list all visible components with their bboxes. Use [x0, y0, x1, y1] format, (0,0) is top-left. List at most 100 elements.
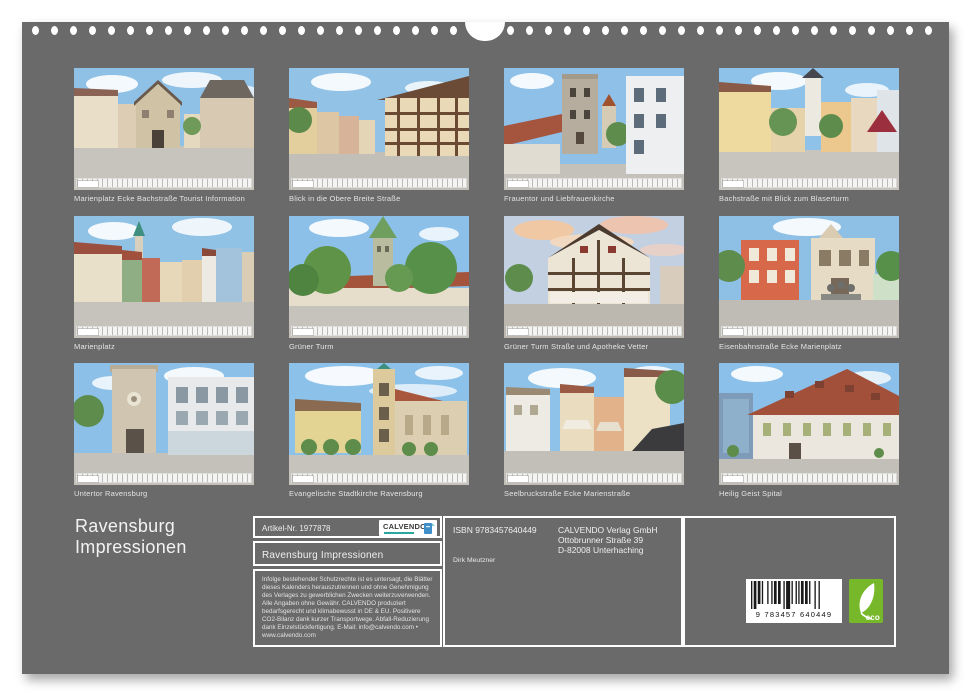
mini-calendar-strip — [76, 326, 252, 336]
photo-thumbnail — [504, 216, 684, 338]
month-label-tag — [508, 329, 528, 335]
photo-caption: Blick in die Obere Breite Straße — [289, 194, 469, 203]
legal-text: Infolge bestehender Schutzrechte ist es … — [255, 571, 440, 645]
binding-hole — [868, 26, 875, 35]
binding-hole — [735, 26, 742, 35]
ean-barcode: 9 783457 640449 — [746, 579, 842, 623]
binding-hole — [545, 26, 552, 35]
photo-thumbnail — [289, 68, 469, 190]
photo-caption: Grüner Turm Straße und Apotheke Vetter — [504, 342, 684, 351]
binding-hole — [450, 26, 457, 35]
publisher-address: CALVENDO Verlag GmbH Ottobrunner Straße … — [558, 525, 658, 555]
calvendo-logo-tagline — [384, 532, 414, 534]
photo-caption: Evangelische Stadtkirche Ravensburg — [289, 489, 469, 498]
binding-hole — [298, 26, 305, 35]
photo-thumbnail — [74, 216, 254, 338]
binding-hole — [317, 26, 324, 35]
binding-hole — [697, 26, 704, 35]
binding-hole — [279, 26, 286, 35]
hanger-notch — [465, 22, 505, 41]
binding-hole — [906, 26, 913, 35]
binding-hole — [412, 26, 419, 35]
photo-cell: Blick in die Obere Breite Straße — [289, 68, 469, 203]
mini-calendar-strip — [291, 326, 467, 336]
mini-calendar-strip — [721, 473, 897, 483]
month-label-tag — [508, 181, 528, 187]
mini-calendar-strip — [506, 326, 682, 336]
mini-calendar-strip — [76, 473, 252, 483]
mini-calendar-strip — [291, 473, 467, 483]
photo-thumbnail — [504, 363, 684, 485]
eco-label: eco — [866, 613, 880, 622]
binding-hole — [621, 26, 628, 35]
photo-cell: Marienplatz Ecke Bachstraße Tourist Info… — [74, 68, 254, 203]
calendar-title-line1: Ravensburg — [75, 516, 187, 537]
photo-cell: Bachstraße mit Blick zum Blaserturm — [719, 68, 899, 203]
photo-thumbnail — [504, 68, 684, 190]
mini-calendar-strip — [506, 178, 682, 188]
binding-hole — [146, 26, 153, 35]
photo-cell: Heilig Geist Spital — [719, 363, 899, 498]
publisher-name: CALVENDO Verlag GmbH — [558, 525, 658, 535]
month-label-tag — [78, 181, 98, 187]
binding-hole — [849, 26, 856, 35]
barcode-bars — [746, 579, 842, 612]
isbn-text: ISBN 9783457640449 — [453, 525, 537, 535]
binding-hole — [165, 26, 172, 35]
photo-thumbnail — [74, 363, 254, 485]
photo-thumbnail — [719, 68, 899, 190]
photo-cell: Untertor Ravensburg — [74, 363, 254, 498]
photo-caption: Untertor Ravensburg — [74, 489, 254, 498]
binding-hole — [32, 26, 39, 35]
month-label-tag — [508, 476, 528, 482]
calendar-title: Ravensburg Impressionen — [75, 516, 187, 558]
binding-hole — [925, 26, 932, 35]
mini-calendar-strip — [721, 178, 897, 188]
photo-cell: Seelbruckstraße Ecke Marienstraße — [504, 363, 684, 498]
binding-hole — [583, 26, 590, 35]
binding-hole — [526, 26, 533, 35]
binding-hole — [754, 26, 761, 35]
mini-calendar-strip — [506, 473, 682, 483]
calendar-back-page: Marienplatz Ecke Bachstraße Tourist Info… — [22, 22, 949, 674]
photo-caption: Heilig Geist Spital — [719, 489, 899, 498]
binding-hole — [336, 26, 343, 35]
calvendo-logo: CALVENDO — [379, 520, 437, 536]
photo-cell: Evangelische Stadtkirche Ravensburg — [289, 363, 469, 498]
photo-caption: Marienplatz — [74, 342, 254, 351]
binding-hole — [640, 26, 647, 35]
photo-cell: Grüner Turm Straße und Apotheke Vetter — [504, 216, 684, 351]
photo-caption: Grüner Turm — [289, 342, 469, 351]
month-label-tag — [723, 476, 743, 482]
photo-thumbnail — [289, 216, 469, 338]
month-label-tag — [78, 476, 98, 482]
binding-hole — [51, 26, 58, 35]
month-label-tag — [293, 329, 313, 335]
binding-hole — [602, 26, 609, 35]
photo-caption: Bachstraße mit Blick zum Blaserturm — [719, 194, 899, 203]
publisher-street: Ottobrunner Straße 39 — [558, 535, 658, 545]
publisher-city: D-82008 Unterhaching — [558, 545, 658, 555]
mini-calendar-strip — [76, 178, 252, 188]
mini-calendar-strip — [291, 178, 467, 188]
photo-thumbnail — [74, 68, 254, 190]
author-name: Dirk Meutzner — [453, 557, 495, 564]
calvendo-logo-text: CALVENDO — [383, 522, 426, 531]
barcode-digits: 9 783457 640449 — [746, 611, 842, 619]
binding-hole — [773, 26, 780, 35]
month-label-tag — [293, 181, 313, 187]
binding-hole — [127, 26, 134, 35]
binding-hole — [887, 26, 894, 35]
binding-hole — [241, 26, 248, 35]
binding-hole — [355, 26, 362, 35]
product-info-box: Artikel-Nr. 1977878 CALVENDO Ravensburg … — [253, 516, 442, 647]
legal-box: Infolge bestehender Schutzrechte ist es … — [253, 569, 442, 647]
binding-hole — [70, 26, 77, 35]
eco-logo: eco — [849, 579, 883, 623]
binding-hole — [89, 26, 96, 35]
binding-hole — [222, 26, 229, 35]
article-number: Artikel-Nr. 1977878 — [262, 524, 330, 533]
product-title-box: Ravensburg Impressionen — [253, 541, 442, 566]
month-label-tag — [723, 181, 743, 187]
publisher-box: ISBN 9783457640449 CALVENDO Verlag GmbH … — [443, 516, 683, 647]
